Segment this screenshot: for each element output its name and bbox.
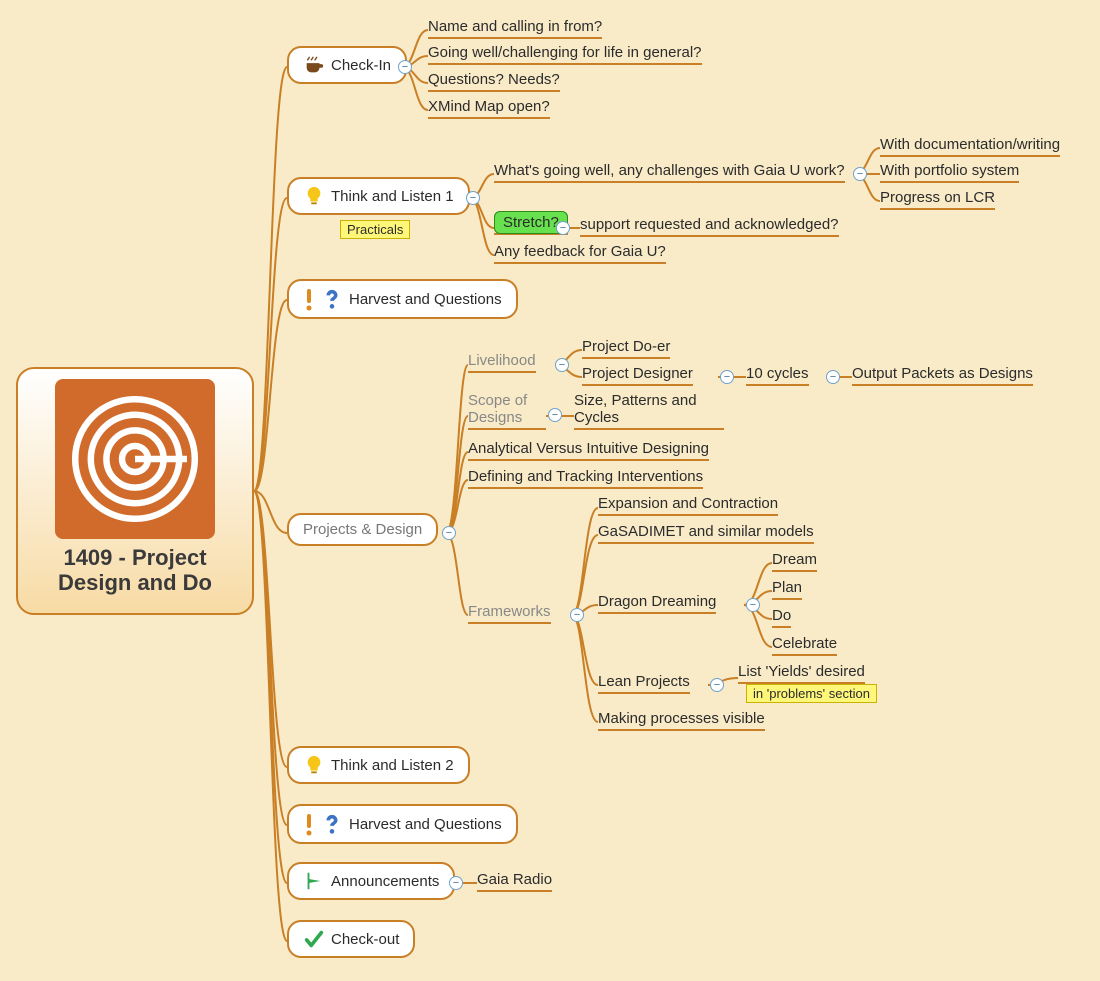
leaf-plan[interactable]: Plan — [772, 579, 802, 600]
node-label: Check-out — [331, 931, 399, 948]
collapse-toggle[interactable]: − — [570, 608, 584, 622]
check-icon — [303, 928, 325, 950]
collapse-toggle[interactable]: − — [466, 191, 480, 205]
leaf-gaia-radio[interactable]: Gaia Radio — [477, 871, 552, 892]
node-label: Think and Listen 1 — [331, 188, 454, 205]
node-think-listen-2[interactable]: Think and Listen 2 — [287, 746, 470, 784]
leaf-xmind-open[interactable]: XMind Map open? — [428, 98, 550, 119]
node-announcements[interactable]: Announcements — [287, 862, 455, 900]
node-lean-projects[interactable]: Lean Projects — [598, 673, 690, 694]
node-dragon-dreaming[interactable]: Dragon Dreaming — [598, 593, 716, 614]
leaf-size-patterns[interactable]: Size, Patterns and Cycles — [574, 392, 724, 430]
node-label: Harvest and Questions — [349, 291, 502, 308]
node-label: Harvest and Questions — [349, 816, 502, 833]
collapse-toggle[interactable]: − — [853, 167, 867, 181]
root-image — [55, 379, 215, 539]
root-node[interactable]: 1409 - Project Design and Do — [16, 367, 254, 615]
node-harvest-questions-2[interactable]: Harvest and Questions — [287, 804, 518, 844]
question-icon — [321, 288, 343, 310]
leaf-making-processes-visible[interactable]: Making processes visible — [598, 710, 765, 731]
leaf-portfolio[interactable]: With portfolio system — [880, 162, 1019, 183]
mindmap-canvas: 1409 - Project Design and Do Check-In − … — [0, 0, 1100, 981]
leaf-defining-tracking[interactable]: Defining and Tracking Interventions — [468, 468, 703, 489]
leaf-output-packets[interactable]: Output Packets as Designs — [852, 365, 1033, 386]
node-label: Announcements — [331, 873, 439, 890]
node-projects-design[interactable]: Projects & Design — [287, 513, 438, 546]
flag-icon — [303, 870, 325, 892]
collapse-toggle[interactable]: − — [398, 60, 412, 74]
collapse-toggle[interactable]: − — [555, 358, 569, 372]
lightbulb-icon — [303, 185, 325, 207]
collapse-toggle[interactable]: − — [556, 221, 570, 235]
coffee-icon — [303, 54, 325, 76]
leaf-project-doer[interactable]: Project Do-er — [582, 338, 670, 359]
leaf-expansion-contraction[interactable]: Expansion and Contraction — [598, 495, 778, 516]
leaf-analytical-intuitive[interactable]: Analytical Versus Intuitive Designing — [468, 440, 709, 461]
collapse-toggle[interactable]: − — [826, 370, 840, 384]
leaf-documentation[interactable]: With documentation/writing — [880, 136, 1060, 157]
collapse-toggle[interactable]: − — [710, 678, 724, 692]
leaf-going-well-gaiau[interactable]: What's going well, any challenges with G… — [494, 162, 845, 183]
leaf-feedback-gaiau[interactable]: Any feedback for Gaia U? — [494, 243, 666, 264]
node-label: Check-In — [331, 57, 391, 74]
node-label: Projects & Design — [303, 521, 422, 538]
question-icon — [321, 813, 343, 835]
node-scope[interactable]: Scope of Designs — [468, 392, 546, 430]
node-think-listen-1[interactable]: Think and Listen 1 — [287, 177, 470, 215]
node-check-out[interactable]: Check-out — [287, 920, 415, 958]
leaf-celebrate[interactable]: Celebrate — [772, 635, 837, 656]
node-livelihood[interactable]: Livelihood — [468, 352, 536, 373]
leaf-10-cycles[interactable]: 10 cycles — [746, 365, 809, 386]
collapse-toggle[interactable]: − — [548, 408, 562, 422]
leaf-name-calling[interactable]: Name and calling in from? — [428, 18, 602, 39]
node-harvest-questions-1[interactable]: Harvest and Questions — [287, 279, 518, 319]
leaf-support-requested[interactable]: support requested and acknowledged? — [580, 216, 839, 237]
leaf-list-yields[interactable]: List 'Yields' desired — [738, 663, 865, 684]
leaf-do[interactable]: Do — [772, 607, 791, 628]
collapse-toggle[interactable]: − — [449, 876, 463, 890]
node-check-in[interactable]: Check-In — [287, 46, 407, 84]
leaf-dream[interactable]: Dream — [772, 551, 817, 572]
lightbulb-icon — [303, 754, 325, 776]
tag-in-problems: in 'problems' section — [746, 685, 877, 702]
leaf-lcr[interactable]: Progress on LCR — [880, 189, 995, 210]
root-title: 1409 - Project Design and Do — [28, 545, 242, 596]
collapse-toggle[interactable]: − — [720, 370, 734, 384]
leaf-questions-needs[interactable]: Questions? Needs? — [428, 71, 560, 92]
leaf-gasadimet[interactable]: GaSADIMET and similar models — [598, 523, 814, 544]
node-frameworks[interactable]: Frameworks — [468, 603, 551, 624]
exclamation-icon — [303, 812, 315, 836]
leaf-project-designer[interactable]: Project Designer — [582, 365, 693, 386]
node-label: Think and Listen 2 — [331, 757, 454, 774]
exclamation-icon — [303, 287, 315, 311]
tag-practicals: Practicals — [340, 221, 410, 238]
collapse-toggle[interactable]: − — [442, 526, 456, 540]
collapse-toggle[interactable]: − — [746, 598, 760, 612]
leaf-going-well[interactable]: Going well/challenging for life in gener… — [428, 44, 702, 65]
labyrinth-icon — [70, 394, 200, 524]
